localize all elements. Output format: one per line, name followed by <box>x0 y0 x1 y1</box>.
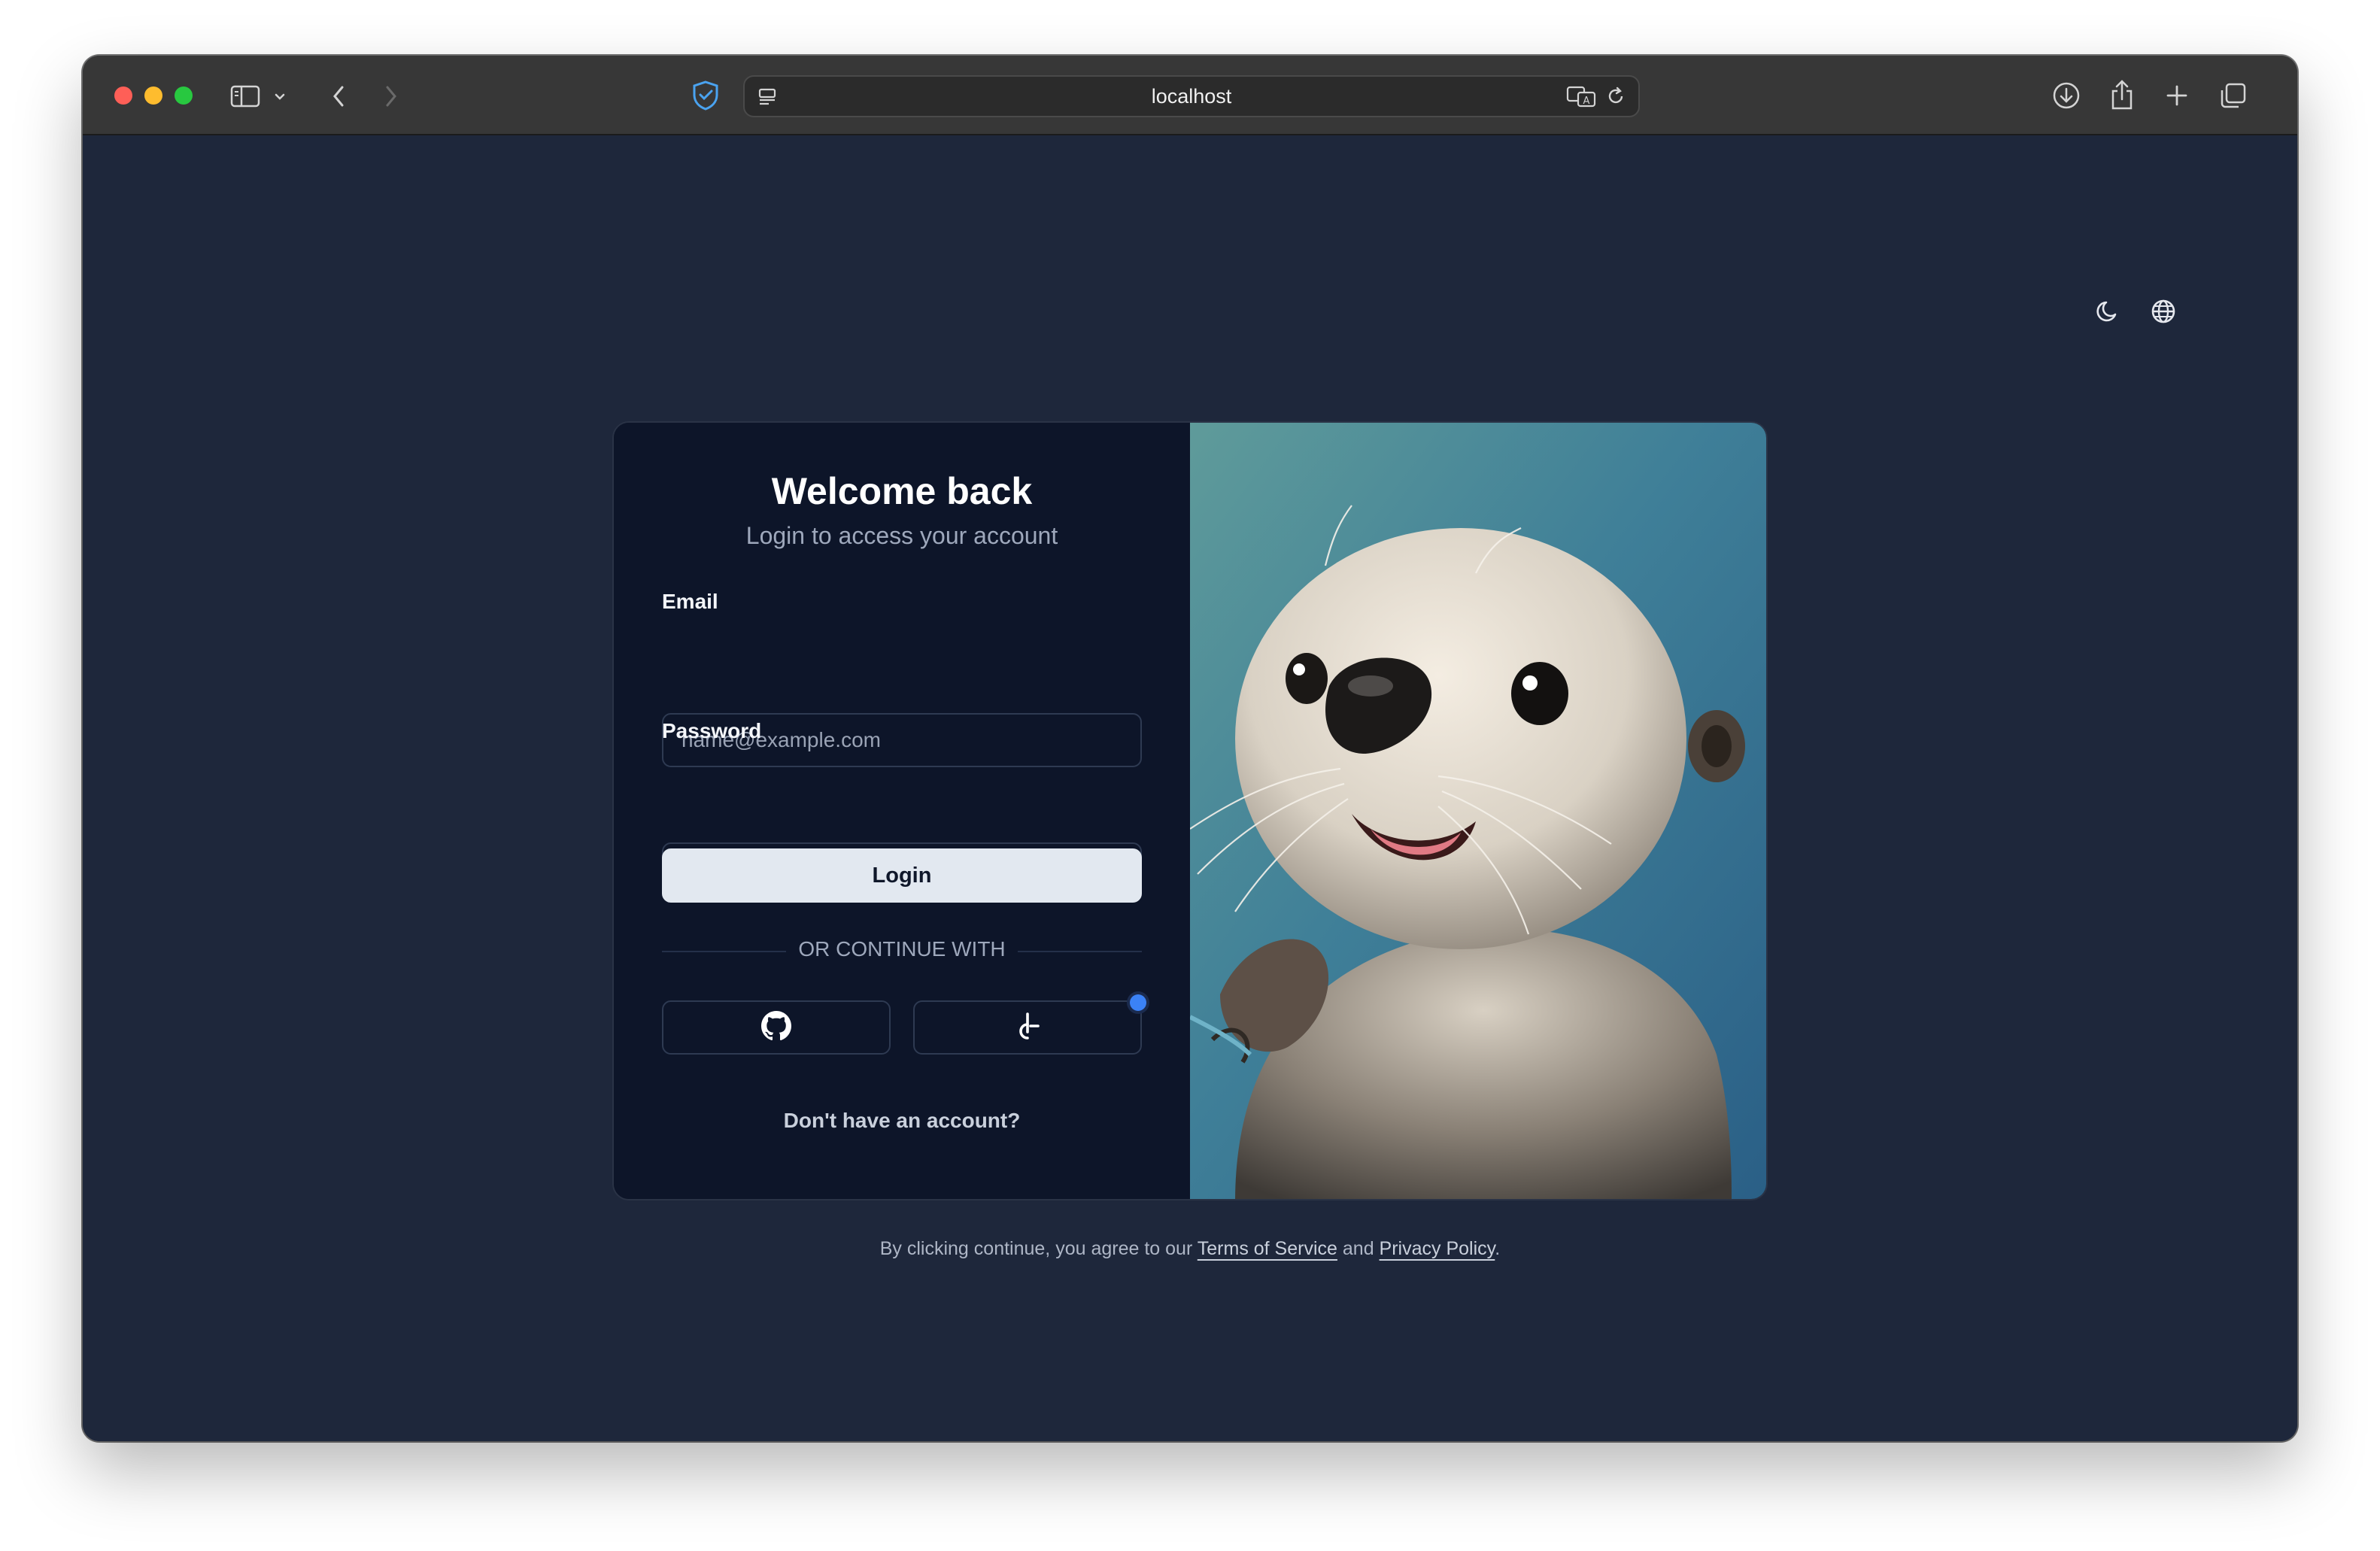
terms-prefix: By clicking continue, you agree to our <box>879 1238 1198 1259</box>
page-title: Welcome back <box>771 470 1033 512</box>
forward-arrow-icon[interactable] <box>376 80 406 113</box>
alternate-login-button[interactable] <box>913 1000 1142 1055</box>
translate-icon[interactable]: A <box>1563 83 1599 110</box>
divider-text: OR CONTINUE WITH <box>786 937 1018 961</box>
github-login-button[interactable] <box>662 1000 891 1055</box>
reload-icon[interactable] <box>1601 83 1631 110</box>
signup-link[interactable]: Don't have an account? <box>614 1109 1190 1133</box>
download-icon[interactable] <box>2049 78 2084 113</box>
tab-overview-icon[interactable] <box>2216 78 2251 113</box>
maximize-window-button[interactable] <box>175 87 193 105</box>
share-icon[interactable] <box>2105 77 2139 113</box>
browser-window: localhost A Welcome back Login to access… <box>83 56 2297 1441</box>
globe-icon[interactable] <box>2147 295 2180 328</box>
page-subtitle: Login to access your account <box>745 522 1058 549</box>
browser-toolbar: localhost A <box>83 56 2297 135</box>
login-button[interactable]: Login <box>662 848 1142 903</box>
terms-of-service-link[interactable]: Terms of Service <box>1198 1238 1337 1259</box>
github-icon <box>761 1010 791 1045</box>
terms-suffix: . <box>1495 1238 1501 1259</box>
privacy-policy-link[interactable]: Privacy Policy <box>1380 1238 1495 1259</box>
new-tab-plus-icon[interactable] <box>2160 78 2193 113</box>
back-arrow-icon[interactable] <box>323 80 354 113</box>
moon-icon[interactable] <box>2093 295 2126 328</box>
terms-notice: By clicking continue, you agree to our T… <box>83 1238 2297 1260</box>
password-label: Password <box>662 719 762 742</box>
chevron-down-icon[interactable] <box>271 86 289 107</box>
sea-otter-illustration <box>1190 423 1766 1199</box>
close-window-button[interactable] <box>114 87 132 105</box>
login-card: Welcome back Login to access your accoun… <box>612 421 1768 1200</box>
url-text[interactable]: localhost <box>745 77 1638 116</box>
notification-dot <box>1130 994 1146 1011</box>
login-form: Welcome back Login to access your accoun… <box>614 423 1190 1199</box>
svg-text:A: A <box>1583 96 1590 107</box>
address-bar[interactable]: localhost A <box>743 75 1640 117</box>
email-label: Email <box>662 590 718 613</box>
shield-icon[interactable] <box>689 78 722 113</box>
minimize-window-button[interactable] <box>144 87 162 105</box>
sidebar-toggle-icon[interactable] <box>229 81 262 111</box>
alternate-provider-icon <box>1011 1009 1044 1046</box>
terms-middle: and <box>1337 1238 1380 1259</box>
page-content: Welcome back Login to access your accoun… <box>83 135 2297 1441</box>
